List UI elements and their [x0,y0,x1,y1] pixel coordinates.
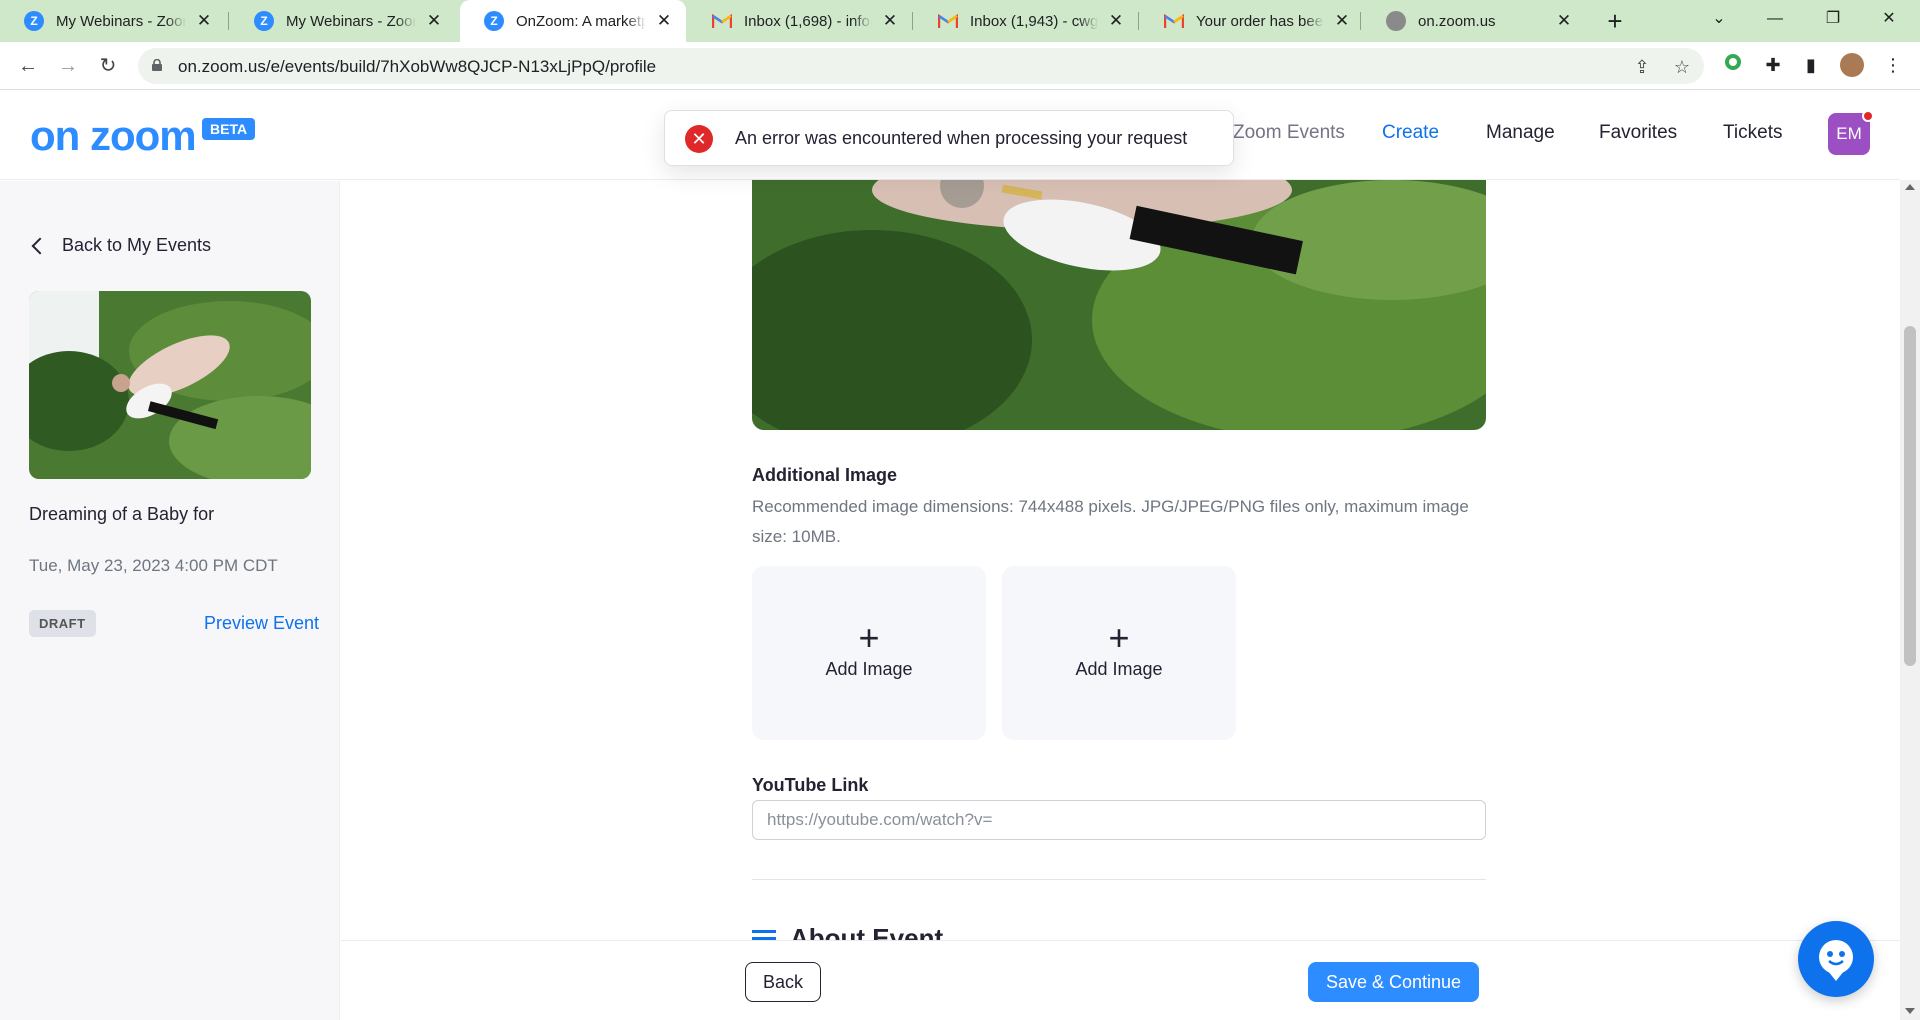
gmail-icon [1164,11,1184,31]
chat-bot-button[interactable] [1798,921,1874,997]
tab-separator [1360,12,1361,30]
minimize-icon[interactable]: — [1752,0,1798,40]
chevron-left-icon [31,237,49,254]
new-tab-icon[interactable]: + [1600,6,1630,36]
puzzle-extensions-icon[interactable]: ✚ [1760,52,1786,78]
reload-icon[interactable]: ↻ [94,52,122,80]
back-link-label: Back to My Events [62,235,212,255]
error-message: An error was encountered when processing… [735,128,1188,148]
close-tab-icon[interactable]: ✕ [880,11,900,31]
close-window-icon[interactable]: ✕ [1866,0,1912,40]
tab-title: My Webinars - Zoom [286,12,416,30]
nav-tickets[interactable]: Tickets [1723,122,1782,144]
browser-tab[interactable]: Your order has been c ✕ [1140,0,1364,42]
browser-tab[interactable]: Inbox (1,943) - cwgmi ✕ [914,0,1138,42]
event-title: Dreaming of a Baby for [29,504,215,524]
close-tab-icon[interactable]: ✕ [1106,11,1126,31]
tab-title: Your order has been c [1196,12,1324,30]
close-tab-icon[interactable]: ✕ [654,11,674,31]
address-bar: ← → ↻ on.zoom.us/e/events/build/7hXobWw8… [0,42,1920,90]
globe-icon [1386,11,1406,31]
gmail-icon [712,11,732,31]
close-tab-icon[interactable]: ✕ [194,11,214,31]
chat-bot-icon [1819,940,1853,981]
tab-separator [228,12,229,30]
tab-separator [1138,12,1139,30]
browser-tab[interactable]: on.zoom.us ✕ [1362,0,1586,42]
restore-icon[interactable]: ❐ [1810,0,1856,40]
cover-image [752,180,1486,430]
browser-tab[interactable]: My Webinars - Zoom ✕ [0,0,226,42]
tab-search-chevron-icon[interactable]: ⌄ [1696,0,1742,40]
footer-action-bar: Back Save & Continue [341,940,1900,1020]
add-image-label: Add Image [825,659,913,679]
add-image-tile[interactable]: + Add Image [752,566,986,740]
url-omnibox[interactable]: on.zoom.us/e/events/build/7hXobWw8QJCP-N… [138,48,1704,84]
share-icon[interactable]: ⇪ [1632,57,1652,77]
tab-separator [912,12,913,30]
close-tab-icon[interactable]: ✕ [1332,11,1352,31]
nav-create[interactable]: Create [1382,122,1439,144]
error-x-icon: ✕ [685,125,713,153]
add-image-tile[interactable]: + Add Image [1002,566,1236,740]
preview-event-link[interactable]: Preview Event [204,613,319,634]
save-continue-button[interactable]: Save & Continue [1308,962,1479,1002]
event-date: Tue, May 23, 2023 4:00 PM CDT [29,556,278,575]
browser-tab-bar: My Webinars - Zoom ✕ My Webinars - Zoom … [0,0,1920,42]
error-toast: ✕ An error was encountered when processi… [664,110,1234,166]
nav-favorites[interactable]: Favorites [1599,122,1677,144]
youtube-link-label: YouTube Link [752,775,869,795]
plus-icon: + [858,617,880,658]
browser-tab[interactable]: My Webinars - Zoom ✕ [230,0,456,42]
browser-tab-active[interactable]: OnZoom: A marketplace ✕ [460,0,686,42]
tab-title: Inbox (1,943) - cwgmi [970,12,1098,30]
additional-image-label: Additional Image [752,465,898,485]
browser-tab[interactable]: Inbox (1,698) - info@ ✕ [688,0,912,42]
nav-zoom-events[interactable]: Zoom Events [1233,122,1345,144]
tab-title: My Webinars - Zoom [56,12,186,30]
close-tab-icon[interactable]: ✕ [1554,11,1574,31]
tab-title: on.zoom.us [1418,12,1496,30]
scrollbar-thumb[interactable] [1904,326,1916,666]
event-thumbnail [29,291,311,479]
tab-title: Inbox (1,698) - info@ [744,12,872,30]
scroll-up-arrow-icon[interactable] [1905,184,1915,190]
extension-green-icon[interactable] [1720,52,1746,78]
lock-icon[interactable] [152,59,162,71]
back-to-my-events-link[interactable]: Back to My Events [31,235,212,256]
url-text[interactable]: on.zoom.us/e/events/build/7hXobWw8QJCP-N… [178,57,656,77]
gmail-icon [938,11,958,31]
youtube-link-input[interactable] [752,800,1486,840]
kebab-menu-icon[interactable]: ⋮ [1880,52,1906,78]
section-divider [752,879,1486,880]
scroll-down-arrow-icon[interactable] [1905,1008,1915,1014]
page-scrollbar[interactable] [1900,180,1920,1020]
zoom-icon [484,11,504,31]
forward-arrow-icon[interactable]: → [54,52,82,80]
nav-manage[interactable]: Manage [1486,122,1555,144]
notification-dot [1862,110,1874,122]
additional-image-hint: Recommended image dimensions: 744x488 pi… [752,497,1469,546]
bookmark-star-icon[interactable]: ☆ [1672,57,1692,77]
side-panel-icon[interactable]: ▮ [1798,52,1824,78]
onzoom-logo[interactable]: on zoom [30,112,197,160]
beta-badge: BETA [202,118,256,140]
profile-avatar-icon[interactable] [1840,53,1864,77]
zoom-icon [254,11,274,31]
add-image-label: Add Image [1075,659,1163,679]
event-sidebar: Back to My Events Dreaming of a Baby for… [0,181,340,1020]
back-arrow-icon[interactable]: ← [14,52,42,80]
close-tab-icon[interactable]: ✕ [424,11,444,31]
zoom-icon [24,11,44,31]
tab-title: OnZoom: A marketplace [516,12,646,30]
back-button[interactable]: Back [745,962,821,1002]
status-badge: DRAFT [29,610,96,637]
plus-icon: + [1108,617,1130,658]
